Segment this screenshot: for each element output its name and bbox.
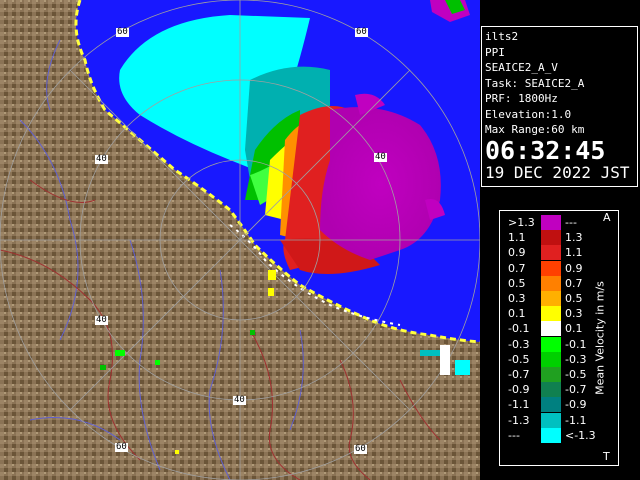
legend-low-value: 0.3 [508, 292, 526, 305]
legend-title: Mean Velocity in m/s [585, 214, 615, 462]
range-rings [0, 0, 480, 480]
legend-swatch [541, 260, 561, 276]
legend-swatch [541, 321, 561, 337]
legend-low-value: >1.3 [508, 216, 535, 229]
scan-date: 19 DEC 2022 JST [485, 162, 630, 182]
legend-swatch [541, 382, 561, 398]
radar-map [0, 0, 480, 480]
range-label-40-w: 40 [95, 154, 108, 164]
legend-low-value: -0.5 [508, 352, 530, 366]
legend-top-mark: A [603, 211, 611, 224]
velocity-legend: >1.3 --- 1.1 1.3 0.9 1.1 0.7 0.9 0.5 0.7 0.3 0.5 0.1… [499, 210, 619, 466]
legend-swatch [541, 351, 561, 367]
legend-low-value: -0.9 [508, 383, 530, 397]
legend-low-value: 0.9 [508, 246, 526, 260]
range-label-60-ne: 60 [355, 27, 368, 37]
range-label-40-sw: 40 [95, 315, 108, 325]
prf-value: PRF: 1800Hz [485, 92, 558, 105]
legend-swatch [541, 397, 561, 413]
scan-time: 06:32:45 [485, 135, 606, 165]
task-name: Task: SEAICE2_A [485, 76, 585, 90]
legend-low-value: -0.3 [508, 337, 530, 351]
legend-low-value: 0.1 [508, 307, 526, 321]
product-name: SEAICE2_A_V [485, 61, 558, 74]
legend-swatch [541, 230, 561, 246]
scan-mode: PPI [485, 45, 505, 59]
legend-low-value: 0.5 [508, 276, 526, 290]
legend-swatch [541, 412, 561, 428]
legend-bottom-mark: T [603, 450, 610, 463]
info-panel: ilts2 PPI SEAICE2_A_V Task: SEAICE2_A PR… [481, 26, 638, 187]
legend-title-text: Mean Velocity in m/s [593, 281, 607, 395]
legend-swatch [541, 291, 561, 306]
range-label-40-s: 40 [233, 395, 246, 405]
station-name: ilts2 [485, 30, 519, 43]
legend-swatch [541, 215, 561, 230]
legend-swatch [541, 275, 561, 291]
legend-low-value: 0.7 [508, 261, 526, 275]
range-label-60-nw: 60 [116, 27, 129, 37]
elevation-value: Elevation:1.0 [485, 107, 572, 121]
legend-swatch [541, 336, 561, 352]
legend-low-value: -1.3 [508, 413, 530, 427]
legend-low-value: 1.1 [508, 231, 526, 245]
range-label-60-sw: 60 [115, 442, 128, 452]
legend-low-value: --- [508, 428, 520, 442]
radar-ppi-view[interactable]: 60 60 40 40 40 40 60 60 [0, 0, 480, 480]
legend-low-value: -1.1 [508, 398, 530, 412]
range-label-60-se: 60 [354, 444, 367, 454]
legend-swatch [541, 367, 561, 382]
legend-swatch [541, 245, 561, 261]
range-label-40-e: 40 [374, 152, 387, 162]
legend-swatch [541, 306, 561, 322]
legend-low-value: -0.1 [508, 322, 530, 336]
legend-swatch [541, 427, 561, 443]
legend-low-value: -0.7 [508, 368, 530, 381]
